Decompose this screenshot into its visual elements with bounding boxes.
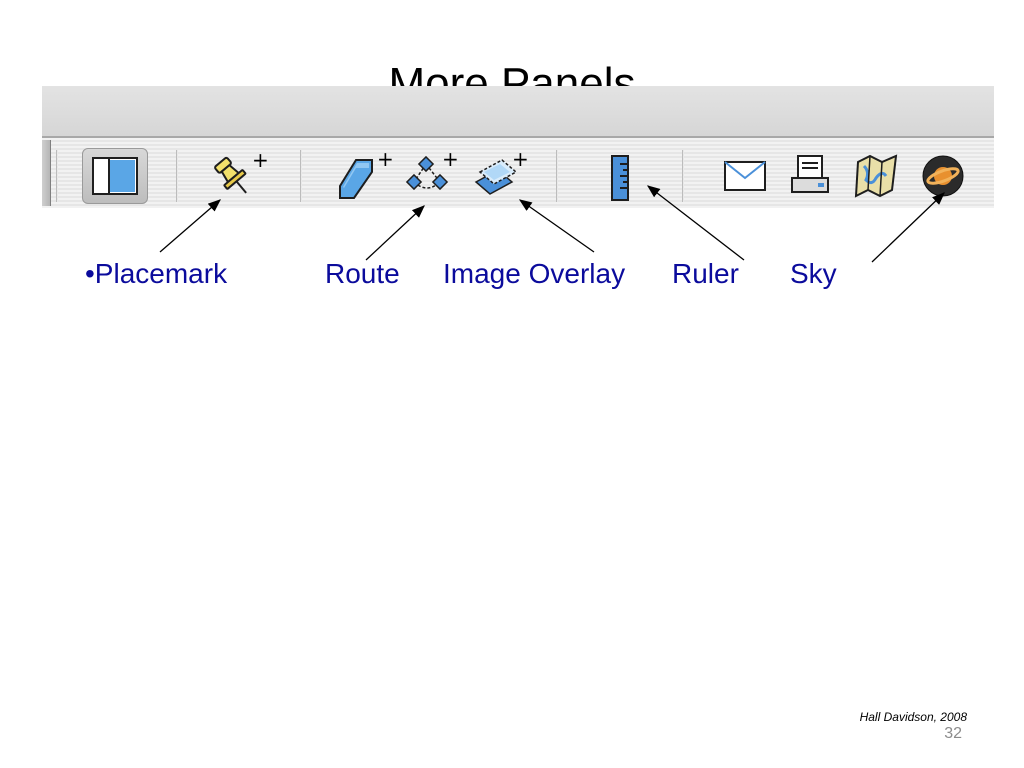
ruler-label: Ruler: [672, 258, 739, 289]
sky-label: Sky: [790, 258, 837, 289]
image-overlay-label: Image Overlay: [443, 258, 626, 289]
route-arrow: [365, 205, 425, 261]
placemark-label: •Placemark: [85, 258, 228, 289]
callout-arrows: [159, 185, 945, 263]
ruler-arrow: [646, 185, 745, 261]
route-label: Route: [325, 258, 400, 289]
sky-arrow: [871, 192, 945, 263]
author-credit: Hall Davidson, 2008: [859, 710, 967, 724]
placemark-arrow: [159, 199, 221, 253]
page-number: 32: [944, 725, 962, 742]
image-overlay-arrow: [518, 199, 595, 253]
